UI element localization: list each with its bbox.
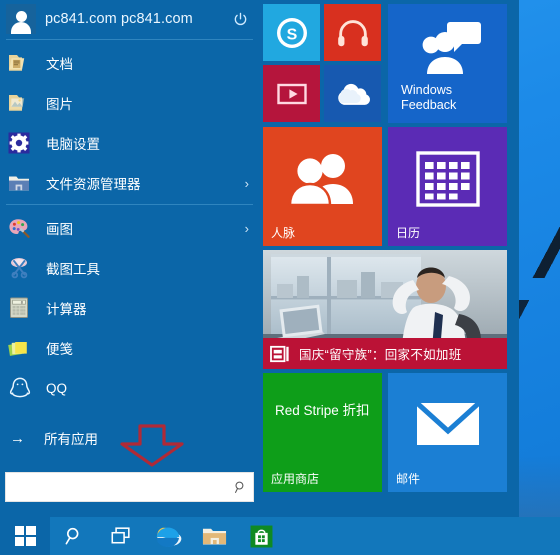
tile-label: 应用商店 <box>271 472 320 486</box>
sidebar-item-snipping-tool[interactable]: 截图工具 <box>0 248 259 288</box>
tile-calendar[interactable]: 日历 <box>388 127 507 246</box>
file-explorer-button[interactable] <box>191 517 238 555</box>
sidebar-item-label: 计算器 <box>46 302 87 317</box>
divider <box>6 204 253 205</box>
calculator-icon: 8 <box>7 295 33 321</box>
sidebar-item-label: QQ <box>46 380 68 396</box>
store-bag-icon <box>250 525 273 547</box>
chevron-right-icon: › <box>244 220 249 236</box>
tile-store[interactable]: Red Stripe 折扣 应用商店 <box>263 373 382 492</box>
tile-video[interactable] <box>263 65 320 122</box>
pictures-folder-icon <box>7 90 33 116</box>
sidebar-item-calculator[interactable]: 8 计算器 <box>0 288 259 328</box>
red-down-arrow-annotation <box>118 424 186 468</box>
qq-penguin-icon <box>7 375 33 401</box>
sidebar-item-pc-settings[interactable]: 电脑设置 <box>0 123 259 163</box>
start-button[interactable] <box>0 517 50 555</box>
sidebar-item-label: 便笺 <box>46 342 73 357</box>
sidebar-item-label: 截图工具 <box>46 262 100 277</box>
documents-folder-icon <box>7 50 33 76</box>
snipping-tool-icon <box>7 255 33 281</box>
sidebar-item-pictures[interactable]: 图片 <box>0 83 259 123</box>
sidebar-item-label: 电脑设置 <box>46 137 100 152</box>
news-icon <box>270 345 289 362</box>
start-search-box[interactable] <box>5 472 254 502</box>
skype-icon: S <box>263 4 320 61</box>
tile-onedrive[interactable] <box>324 65 381 122</box>
windows-logo-icon <box>14 526 36 546</box>
news-headline: 国庆“留守族”：回家不如加班 <box>299 348 462 362</box>
tile-label: 邮件 <box>396 472 421 486</box>
store-promo-text: Red Stripe 折扣 <box>275 403 370 418</box>
divider <box>6 39 253 40</box>
arrow-right-icon: → <box>10 429 25 447</box>
user-name: pc841.com pc841.com <box>45 11 193 27</box>
tile-windows-feedback[interactable]: Windows Feedback <box>388 4 507 123</box>
avatar[interactable] <box>6 4 36 34</box>
tile-label-line2: Feedback <box>401 98 457 113</box>
taskbar <box>0 517 560 555</box>
task-view-icon <box>111 527 130 544</box>
task-view-button[interactable] <box>97 517 144 555</box>
search-icon[interactable] <box>227 480 253 495</box>
sidebar-item-label: 文档 <box>46 57 73 72</box>
power-icon[interactable] <box>227 6 253 32</box>
tile-music[interactable] <box>324 4 381 61</box>
sidebar-item-sticky-notes[interactable]: 便笺 <box>0 328 259 368</box>
file-explorer-icon <box>202 528 227 545</box>
sidebar-item-file-explorer[interactable]: 文件资源管理器 › <box>0 163 259 203</box>
internet-explorer-icon <box>156 527 181 548</box>
headphones-icon <box>324 4 381 61</box>
sidebar-item-label: 画图 <box>46 222 73 237</box>
tile-skype[interactable]: S <box>263 4 320 61</box>
store-button[interactable] <box>238 517 285 555</box>
internet-explorer-button[interactable] <box>144 517 191 555</box>
sidebar-item-label: 图片 <box>46 97 73 112</box>
paint-palette-icon <box>7 215 33 241</box>
search-input[interactable] <box>6 473 227 501</box>
search-icon <box>65 527 78 545</box>
start-menu: pc841.com pc841.com 文档 图片 电脑设置 文件资源管理器 ›… <box>0 0 519 517</box>
sticky-notes-icon <box>7 335 33 361</box>
sidebar-item-documents[interactable]: 文档 <box>0 43 259 83</box>
file-explorer-icon <box>7 170 33 196</box>
user-account-row[interactable]: pc841.com pc841.com <box>0 0 259 38</box>
pc-settings-gear-icon <box>7 130 33 156</box>
sidebar-item-label: 文件资源管理器 <box>46 177 141 192</box>
tile-news[interactable]: 国庆“留守族”：回家不如加班 <box>263 250 507 369</box>
tile-mail[interactable]: 邮件 <box>388 373 507 492</box>
tile-label: 日历 <box>396 226 421 240</box>
sidebar-item-paint[interactable]: 画图 › <box>0 208 259 248</box>
video-play-icon <box>263 65 320 122</box>
start-menu-left-column: pc841.com pc841.com 文档 图片 电脑设置 文件资源管理器 ›… <box>0 0 259 517</box>
all-apps-label: 所有应用 <box>44 432 98 447</box>
search-button[interactable] <box>50 517 97 555</box>
tile-label: 人脉 <box>271 226 296 240</box>
chevron-right-icon: › <box>244 175 249 191</box>
start-menu-tiles: S Windows Feedback 人脉 日历 国庆“留守族”：回家不如加班 … <box>259 0 519 517</box>
sidebar-item-qq[interactable]: QQ <box>0 368 259 408</box>
tile-label-line1: Windows <box>401 83 453 98</box>
onedrive-cloud-icon <box>324 65 381 122</box>
news-headline-bar: 国庆“留守族”：回家不如加班 <box>263 338 507 369</box>
svg-text:S: S <box>286 26 297 43</box>
tile-label: Windows Feedback <box>401 83 456 113</box>
tile-people[interactable]: 人脉 <box>263 127 382 246</box>
